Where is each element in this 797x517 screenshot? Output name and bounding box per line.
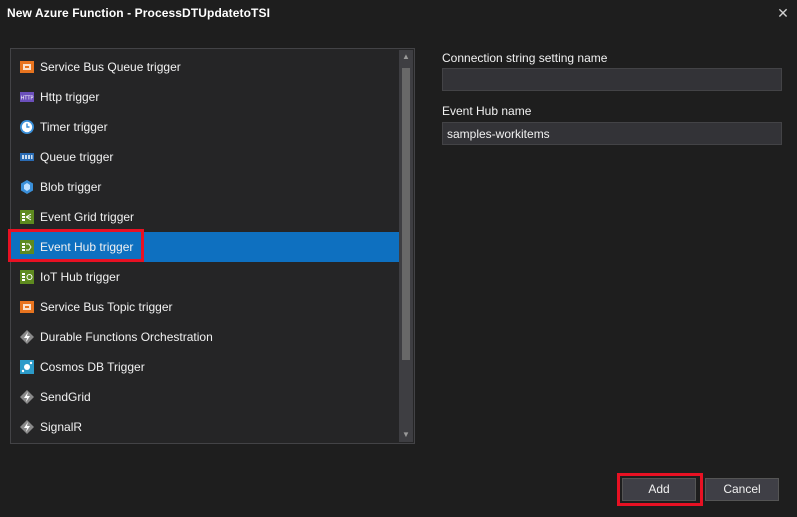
scroll-thumb[interactable] — [402, 68, 410, 360]
trigger-item-cosmos-db-trigger[interactable]: Cosmos DB Trigger — [11, 352, 399, 382]
trigger-item-blob-trigger[interactable]: Blob trigger — [11, 172, 399, 202]
event-grid-icon — [19, 209, 35, 225]
iot-hub-icon — [19, 269, 35, 285]
cancel-button[interactable]: Cancel — [705, 478, 779, 501]
event-hub-name-input[interactable] — [442, 122, 782, 145]
trigger-item-label: Service Bus Topic trigger — [40, 300, 173, 314]
title-bar: New Azure Function - ProcessDTUpdatetoTS… — [0, 0, 797, 28]
list-scrollbar[interactable]: ▲ ▼ — [399, 50, 413, 442]
scroll-up-icon[interactable]: ▲ — [399, 50, 413, 64]
add-button[interactable]: Add — [622, 478, 696, 501]
svg-text:HTTP: HTTP — [21, 96, 34, 102]
event-hub-name-label: Event Hub name — [442, 104, 532, 118]
function-icon — [19, 389, 35, 405]
event-hub-icon — [19, 239, 35, 255]
trigger-item-label: Event Hub trigger — [40, 240, 134, 254]
trigger-item-label: Durable Functions Orchestration — [40, 330, 213, 344]
trigger-item-label: IoT Hub trigger — [40, 270, 120, 284]
close-button[interactable]: ✕ — [773, 3, 793, 23]
trigger-item-label: Blob trigger — [40, 180, 102, 194]
trigger-item-http-trigger[interactable]: HTTP Http trigger — [11, 82, 399, 112]
trigger-item-event-hub-trigger[interactable]: Event Hub trigger — [11, 232, 399, 262]
trigger-item-label: Cosmos DB Trigger — [40, 360, 145, 374]
trigger-item-label: Http trigger — [40, 90, 100, 104]
trigger-item-label: Queue trigger — [40, 150, 114, 164]
trigger-item-iot-hub-trigger[interactable]: IoT Hub trigger — [11, 262, 399, 292]
dialog-title: New Azure Function - ProcessDTUpdatetoTS… — [7, 6, 271, 20]
trigger-list[interactable]: Service Bus Queue trigger HTTP Http trigge… — [10, 48, 415, 444]
cosmos-db-icon — [19, 359, 35, 375]
trigger-item-label: Event Grid trigger — [40, 210, 135, 224]
queue-icon — [19, 149, 35, 165]
function-icon — [19, 329, 35, 345]
blob-icon — [19, 179, 35, 195]
trigger-item-service-bus-queue-trigger[interactable]: Service Bus Queue trigger — [11, 52, 399, 82]
trigger-item-timer-trigger[interactable]: Timer trigger — [11, 112, 399, 142]
connection-string-input[interactable] — [442, 68, 782, 91]
trigger-item-event-grid-trigger[interactable]: Event Grid trigger — [11, 202, 399, 232]
trigger-item-signalr[interactable]: SignalR — [11, 412, 399, 442]
function-icon — [19, 419, 35, 435]
scroll-down-icon[interactable]: ▼ — [399, 428, 413, 442]
trigger-item-label: SendGrid — [40, 390, 91, 404]
http-icon: HTTP — [19, 89, 35, 105]
trigger-item-sendgrid[interactable]: SendGrid — [11, 382, 399, 412]
service-bus-icon — [19, 59, 35, 75]
connection-string-label: Connection string setting name — [442, 51, 608, 65]
trigger-item-label: Service Bus Queue trigger — [40, 60, 181, 74]
trigger-item-queue-trigger[interactable]: Queue trigger — [11, 142, 399, 172]
trigger-list-items: Service Bus Queue trigger HTTP Http trigge… — [11, 52, 399, 442]
trigger-item-label: Timer trigger — [40, 120, 108, 134]
service-bus-icon — [19, 299, 35, 315]
trigger-item-service-bus-topic-trigger[interactable]: Service Bus Topic trigger — [11, 292, 399, 322]
new-azure-function-dialog: New Azure Function - ProcessDTUpdatetoTS… — [0, 0, 797, 517]
trigger-item-label: SignalR — [40, 420, 83, 434]
trigger-item-durable-functions-orchestration[interactable]: Durable Functions Orchestration — [11, 322, 399, 352]
clock-icon — [19, 119, 35, 135]
